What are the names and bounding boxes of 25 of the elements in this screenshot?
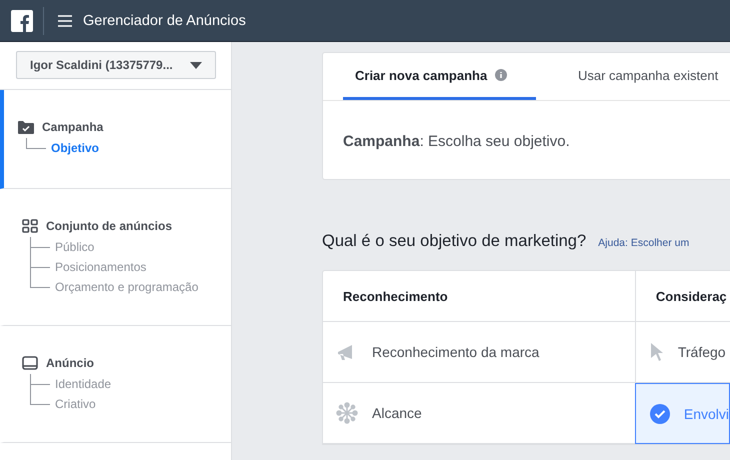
network-icon bbox=[336, 402, 358, 424]
column-heading: Reconhecimento bbox=[323, 271, 635, 322]
screen-icon bbox=[22, 356, 38, 370]
facebook-logo-icon[interactable] bbox=[11, 10, 33, 32]
cursor-icon bbox=[650, 342, 664, 362]
section-title[interactable]: Conjunto de anúncios bbox=[46, 219, 172, 233]
objective-option[interactable]: Alcance bbox=[323, 383, 635, 444]
campaign-text: Campanha: Escolha seu objetivo. bbox=[343, 133, 571, 150]
info-icon bbox=[495, 69, 508, 81]
column-heading: Consideraç bbox=[636, 271, 730, 322]
section-title[interactable]: Campanha bbox=[42, 120, 104, 134]
app-title: Gerenciador de Anúncios bbox=[83, 12, 246, 28]
section-title[interactable]: Anúncio bbox=[46, 356, 94, 370]
folder-check-icon bbox=[18, 120, 34, 134]
question-heading: Qual é o seu objetivo de marketing? bbox=[322, 232, 586, 251]
grid-icon bbox=[22, 219, 38, 233]
sidebar-item[interactable]: Objetivo bbox=[51, 141, 100, 155]
help-link[interactable]: Ajuda: Escolher um bbox=[598, 237, 690, 249]
objective-option[interactable]: Reconhecimento da marca bbox=[323, 322, 635, 383]
account-dropdown[interactable]: Igor Scaldini (13375779... bbox=[16, 51, 216, 79]
tab[interactable]: Criar nova campanha bbox=[343, 53, 536, 100]
menu-icon[interactable] bbox=[58, 14, 72, 26]
check-circle-icon bbox=[650, 404, 670, 424]
tab[interactable]: Usar campanha existent bbox=[566, 53, 718, 100]
caret-icon bbox=[190, 62, 202, 68]
